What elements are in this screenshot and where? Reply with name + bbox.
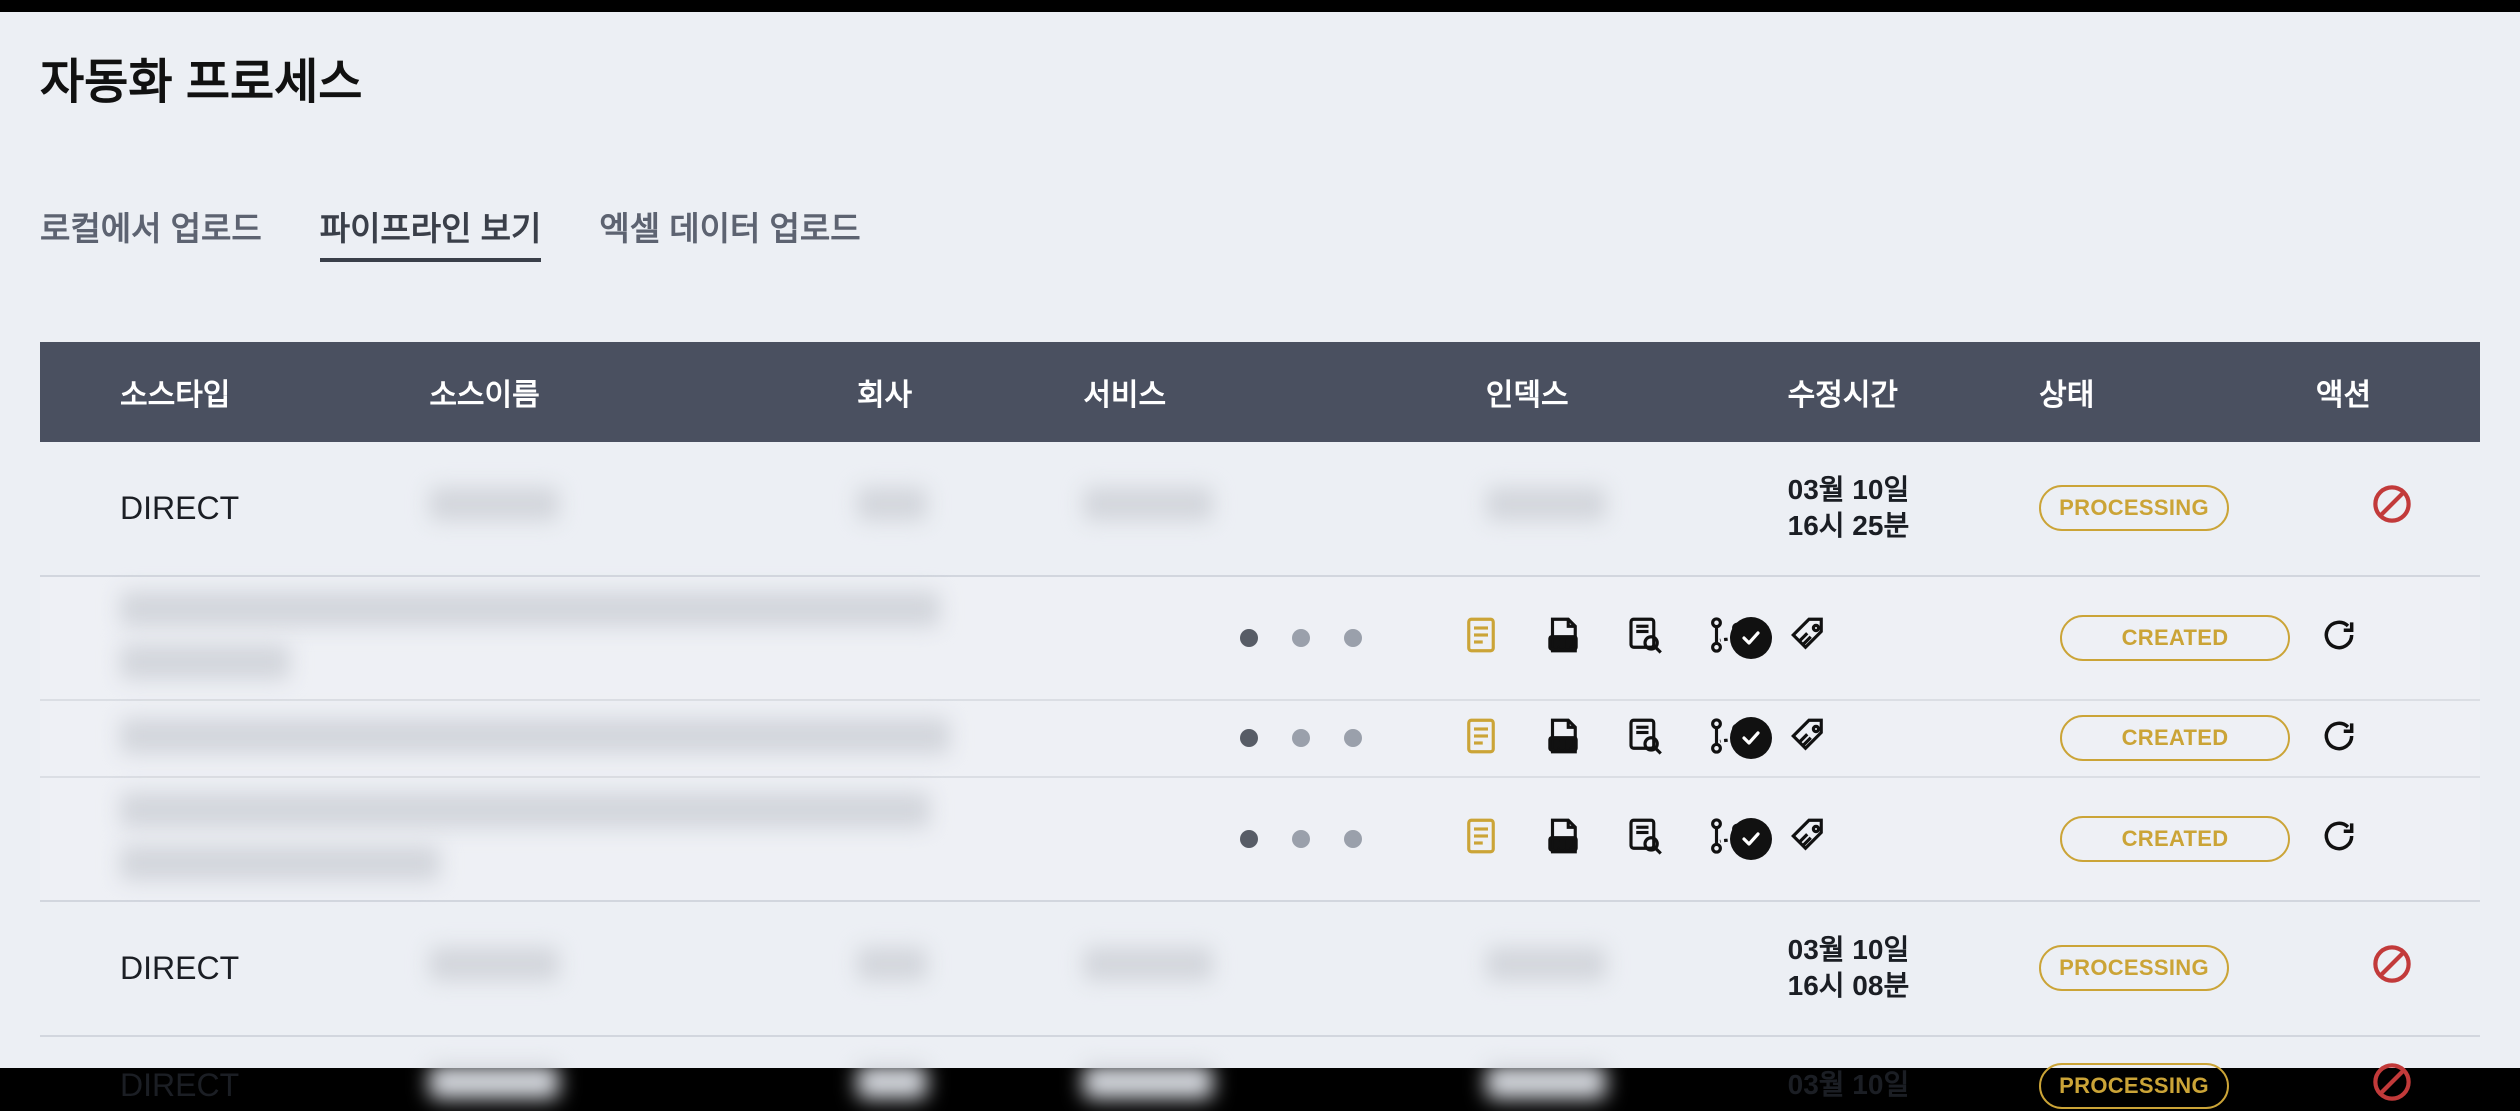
cell-modified: 03월 10일 16시 08분: [1788, 932, 2016, 1005]
pipeline-table: 소스타입 소스이름 회사 서비스 인덱스 수정시간 상태 액션 DIRECT: [40, 342, 2480, 1111]
cell-source-type: DIRECT: [40, 442, 417, 576]
table-row: DIRECT 03월 10일 16시 08분 PROCESSING: [40, 901, 2480, 1036]
redacted: [120, 792, 930, 828]
svg-text:PDF: PDF: [1554, 739, 1572, 749]
status-badge: PROCESSING: [2039, 485, 2229, 531]
progress-dots: [1240, 629, 1430, 647]
col-service: 서비스: [1071, 342, 1473, 442]
stop-icon[interactable]: [2371, 496, 2413, 532]
progress-dots: [1240, 830, 1430, 848]
stage-icons: PDF: [1460, 815, 1700, 862]
table-row: DIRECT 03월 10일 16시 25분 PROCESSING: [40, 442, 2480, 576]
redacted: [429, 1065, 559, 1099]
col-action: 액션: [2304, 342, 2480, 442]
check-icon: [1730, 717, 1772, 759]
cell-modified: 03월 10일 16시 25분: [1788, 472, 2016, 545]
pdf-icon: PDF: [1542, 715, 1584, 762]
col-source-type: 소스타입: [40, 342, 417, 442]
sub-row: PDF CREATED: [40, 776, 2480, 900]
tabs: 로컬에서 업로드 파이프라인 보기 엑셀 데이터 업로드: [40, 202, 2480, 262]
tab-view-pipeline[interactable]: 파이프라인 보기: [320, 202, 542, 262]
stop-icon[interactable]: [2371, 1074, 2413, 1110]
tab-upload-excel[interactable]: 엑셀 데이터 업로드: [599, 202, 860, 262]
redacted: [120, 845, 440, 881]
tag-icon: [1788, 815, 1830, 862]
redacted: [120, 644, 290, 680]
stop-icon[interactable]: [2371, 956, 2413, 992]
redacted: [429, 487, 559, 521]
col-company: 회사: [845, 342, 1071, 442]
refresh-icon[interactable]: [2320, 717, 2440, 760]
status-badge: CREATED: [2060, 816, 2290, 862]
inspect-icon: [1624, 715, 1666, 762]
page-title: 자동화 프로세스: [40, 42, 2480, 112]
refresh-icon[interactable]: [2320, 817, 2440, 860]
redacted: [857, 1065, 927, 1099]
tag-icon: [1788, 614, 1830, 661]
sub-rows: PDF CREATED: [40, 576, 2480, 901]
redacted: [429, 947, 559, 981]
check-icon: [1730, 617, 1772, 659]
sub-row: PDF CREATED: [40, 577, 2480, 699]
redacted: [1083, 1065, 1213, 1099]
stage-icons: PDF: [1460, 614, 1700, 661]
inspect-icon: [1624, 815, 1666, 862]
inspect-icon: [1624, 614, 1666, 661]
redacted: [1083, 487, 1213, 521]
check-icon: [1730, 818, 1772, 860]
document-icon: [1460, 614, 1502, 661]
cell-modified: 03월 10일: [1788, 1067, 2016, 1103]
redacted: [857, 487, 927, 521]
col-source-name: 소스이름: [417, 342, 845, 442]
status-badge: CREATED: [2060, 715, 2290, 761]
progress-dots: [1240, 729, 1430, 747]
refresh-icon[interactable]: [2320, 616, 2440, 659]
col-index: 인덱스: [1474, 342, 1776, 442]
status-badge: CREATED: [2060, 615, 2290, 661]
redacted: [1083, 947, 1213, 981]
status-badge: PROCESSING: [2039, 945, 2229, 991]
redacted: [1486, 947, 1606, 981]
table-header-row: 소스타입 소스이름 회사 서비스 인덱스 수정시간 상태 액션: [40, 342, 2480, 442]
document-icon: [1460, 715, 1502, 762]
redacted: [120, 718, 950, 754]
svg-text:PDF: PDF: [1554, 840, 1572, 850]
table-row: DIRECT 03월 10일 PROCESSING: [40, 1036, 2480, 1111]
tab-upload-local[interactable]: 로컬에서 업로드: [40, 202, 262, 262]
redacted: [120, 591, 940, 627]
document-icon: [1460, 815, 1502, 862]
stage-icons: PDF: [1460, 715, 1700, 762]
tag-icon: [1788, 715, 1830, 762]
pdf-icon: PDF: [1542, 614, 1584, 661]
cell-source-type: DIRECT: [40, 901, 417, 1036]
redacted: [1486, 1065, 1606, 1099]
col-modified: 수정시간: [1776, 342, 2028, 442]
pdf-icon: PDF: [1542, 815, 1584, 862]
cell-source-type: DIRECT: [40, 1036, 417, 1111]
sub-row: PDF CREATED: [40, 699, 2480, 776]
col-status: 상태: [2027, 342, 2304, 442]
status-badge: PROCESSING: [2039, 1063, 2229, 1109]
redacted: [857, 947, 927, 981]
redacted: [1486, 487, 1606, 521]
svg-text:PDF: PDF: [1554, 639, 1572, 649]
